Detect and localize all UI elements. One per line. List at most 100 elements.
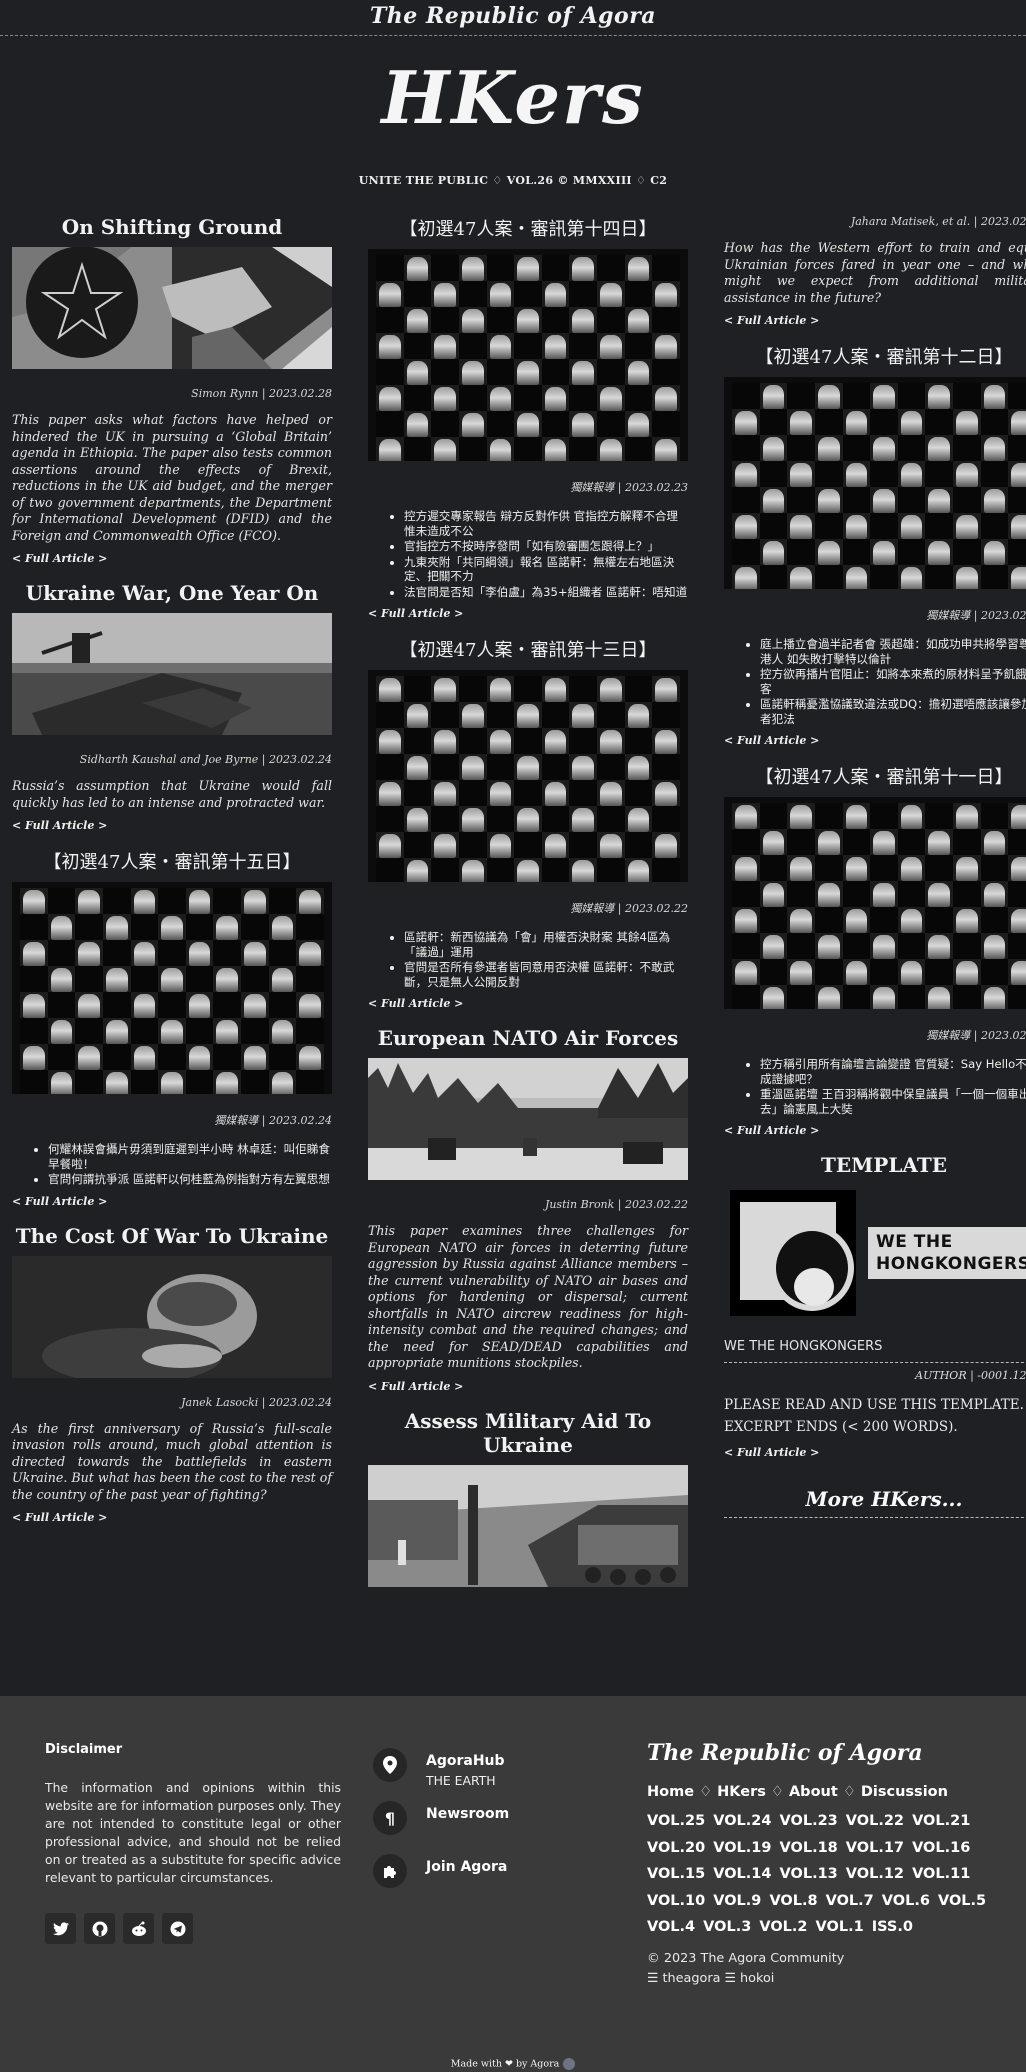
article-title[interactable]: 【初選47人案・審訊第十三日】: [368, 636, 688, 662]
photo-cell: [980, 829, 1009, 855]
full-article-link[interactable]: < Full Article >: [12, 1511, 332, 1524]
masthead: HKers UNITE THE PUBLIC ♢ VOL.26 © MMXXII…: [0, 36, 1026, 187]
photo-cell: [787, 383, 815, 409]
photo-cell: [597, 780, 625, 806]
full-article-link[interactable]: < Full Article >: [724, 1124, 1026, 1137]
photo-cell: [213, 888, 242, 914]
article-title[interactable]: 【初選47人案・審訊第十四日】: [368, 215, 688, 241]
photo-cell: [597, 333, 625, 359]
footer-brand[interactable]: The Republic of Agora: [647, 1740, 987, 1766]
twitter-icon[interactable]: [45, 1913, 76, 1944]
photo-cell: [75, 966, 103, 992]
article-image[interactable]: [368, 249, 688, 461]
full-article-link[interactable]: < Full Article >: [724, 1446, 1026, 1459]
photo-cell: [925, 959, 954, 985]
article-title[interactable]: On Shifting Ground: [12, 215, 332, 239]
article-title[interactable]: TEMPLATE: [724, 1153, 1026, 1177]
photo-cell: [732, 907, 760, 933]
template-image[interactable]: WE THE HONGKONGERS: [724, 1185, 1026, 1321]
photo-cell: [158, 966, 186, 992]
photo-cell: [897, 985, 926, 1009]
telegram-icon[interactable]: [162, 1913, 193, 1944]
photo-cell: [1008, 959, 1026, 985]
photo-cell: [925, 829, 954, 855]
photo-cell: [47, 1018, 76, 1044]
footer-link-agorahub[interactable]: AgoraHub THE EARTH: [373, 1748, 509, 1788]
photo-cell: [514, 385, 542, 411]
github-icon[interactable]: [84, 1913, 115, 1944]
full-article-link[interactable]: < Full Article >: [12, 819, 332, 832]
photo-cell: [1008, 565, 1026, 589]
photo-cell: [980, 907, 1009, 933]
social-links: [45, 1913, 341, 1944]
photo-cell: [376, 437, 404, 461]
article-image[interactable]: [12, 882, 332, 1094]
site-logo[interactable]: HKers: [0, 50, 1026, 146]
photo-cell: [47, 914, 76, 940]
photo-cell: [732, 383, 760, 409]
photo-cell: [980, 409, 1009, 435]
social-handles[interactable]: ☰ theagora ☰ hokoi: [647, 1969, 987, 1989]
photo-cell: [514, 806, 542, 832]
article-title[interactable]: Ukraine War, One Year On: [12, 581, 332, 605]
full-article-link[interactable]: < Full Article >: [724, 734, 1026, 747]
photo-cell: [541, 832, 570, 858]
photo-cell: [814, 829, 843, 855]
article-image[interactable]: [12, 613, 332, 735]
photo-cell: [652, 411, 680, 437]
article-image[interactable]: [12, 247, 332, 369]
article-image[interactable]: [368, 670, 688, 882]
full-article-link[interactable]: < Full Article >: [724, 314, 1026, 327]
article-image[interactable]: [368, 1464, 688, 1587]
photo-cell: [458, 255, 487, 281]
article-title[interactable]: Assess Military Aid To Ukraine: [368, 1409, 688, 1457]
photo-cell: [652, 676, 680, 702]
photo-cell: [514, 333, 542, 359]
more-hkers-link[interactable]: More HKers...: [724, 1487, 1026, 1511]
reddit-icon[interactable]: [123, 1913, 154, 1944]
photo-cell: [431, 307, 459, 333]
top-brand[interactable]: The Republic of Agora: [370, 3, 656, 29]
photo-cell: [403, 780, 432, 806]
article-title[interactable]: The Cost Of War To Ukraine: [12, 1224, 332, 1248]
paragraph-icon: ¶: [373, 1801, 407, 1835]
full-article-link[interactable]: < Full Article >: [368, 997, 688, 1010]
photo-cell: [431, 806, 459, 832]
photo-cell: [185, 966, 214, 992]
photo-cell: [75, 1070, 103, 1094]
photo-cell: [814, 933, 843, 959]
article-image[interactable]: [724, 377, 1026, 589]
photo-cell: [842, 513, 871, 539]
photo-cell: [376, 385, 404, 411]
volume-links[interactable]: VOL.25 VOL.24 VOL.23 VOL.22 VOL.21 VOL.2…: [647, 1808, 987, 1941]
footer-nav-links[interactable]: Home ♢ HKers ♢ About ♢ Discussion: [647, 1784, 987, 1800]
photo-cell: [296, 992, 324, 1018]
article-image[interactable]: [368, 1058, 688, 1180]
footer-link-join-agora[interactable]: Join Agora: [373, 1854, 509, 1888]
photo-cell: [870, 383, 898, 409]
article-title[interactable]: 【初選47人案・審訊第十五日】: [12, 848, 332, 874]
photo-cell: [75, 1044, 103, 1070]
article-title[interactable]: 【初選47人案・審訊第十二日】: [724, 343, 1026, 369]
article-title[interactable]: European NATO Air Forces: [368, 1026, 688, 1050]
full-article-link[interactable]: < Full Article >: [368, 1380, 688, 1393]
photo-cell: [376, 832, 404, 858]
photo-cell: [158, 992, 186, 1018]
column-middle: 【初選47人案・審訊第十四日】 獨媒報導 | 2023.02.23 控方遲交專家…: [368, 215, 688, 1692]
photo-cell: [130, 1070, 159, 1094]
article-image[interactable]: [12, 1255, 332, 1378]
photo-cell: [759, 907, 788, 933]
photo-cell: [759, 933, 788, 959]
footer-link-subtitle: THE EARTH: [426, 1773, 496, 1788]
article-image[interactable]: [724, 797, 1026, 1009]
full-article-link[interactable]: < Full Article >: [368, 607, 688, 620]
photo-cell: [241, 992, 269, 1018]
photo-cell: [486, 832, 515, 858]
full-article-link[interactable]: < Full Article >: [12, 1195, 332, 1208]
photo-cell: [732, 959, 760, 985]
footer-link-newsroom[interactable]: ¶ Newsroom: [373, 1801, 509, 1835]
photo-cell: [458, 728, 487, 754]
full-article-link[interactable]: < Full Article >: [12, 552, 332, 565]
photo-cell: [597, 307, 625, 333]
article-title[interactable]: 【初選47人案・審訊第十一日】: [724, 763, 1026, 789]
